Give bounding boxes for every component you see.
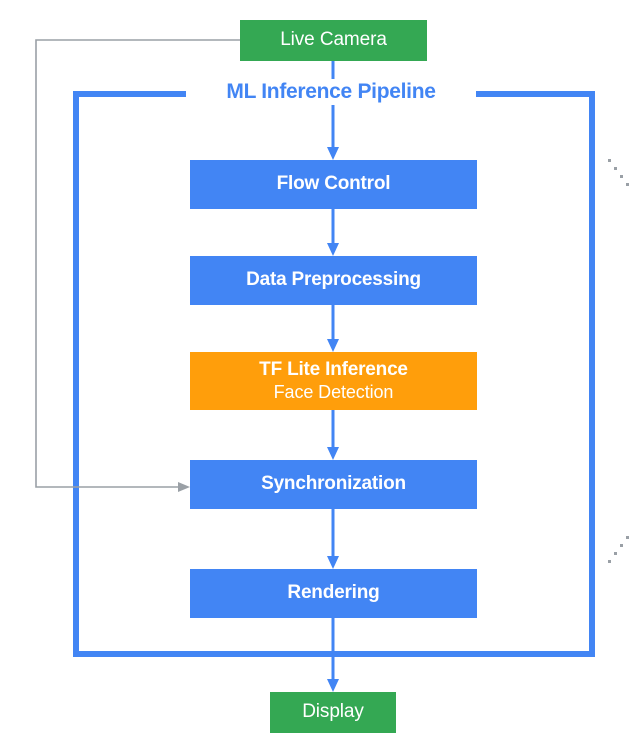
node-data-preprocessing[interactable]: Data Preprocessing [190,256,477,305]
dotted-mark-upper [608,159,629,186]
node-tflite-inference-label: TF Lite Inference [259,358,408,380]
edge-arrowhead-data-preprocessing [327,243,339,256]
node-display-label: Display [302,701,364,723]
dotted-mark-lower [608,536,629,563]
node-synchronization[interactable]: Synchronization [190,460,477,509]
edge-arrowhead-rendering [327,556,339,569]
edge-arrowhead-synchronization [327,447,339,460]
edge-arrowhead-synchronization-left [178,482,190,492]
node-tflite-inference-sublabel: Face Detection [273,382,394,403]
node-live-camera[interactable]: Live Camera [240,20,427,61]
node-display[interactable]: Display [270,692,396,733]
pipeline-container-title: ML Inference Pipeline [186,79,476,105]
ml-inference-pipeline-diagram: ML Inference Pipeline Live Camera Flow C… [0,0,631,739]
node-data-preprocessing-label: Data Preprocessing [246,269,421,291]
node-flow-control-label: Flow Control [276,173,391,195]
node-rendering-label: Rendering [287,582,380,604]
edge-arrowhead-flow-control [327,147,339,160]
node-tflite-inference[interactable]: TF Lite Inference Face Detection [190,352,477,410]
node-synchronization-label: Synchronization [261,473,406,495]
node-flow-control[interactable]: Flow Control [190,160,477,209]
node-rendering[interactable]: Rendering [190,569,477,618]
edge-arrowhead-tflite-inference [327,339,339,352]
node-live-camera-label: Live Camera [280,29,387,51]
edge-arrowhead-display [327,679,339,692]
